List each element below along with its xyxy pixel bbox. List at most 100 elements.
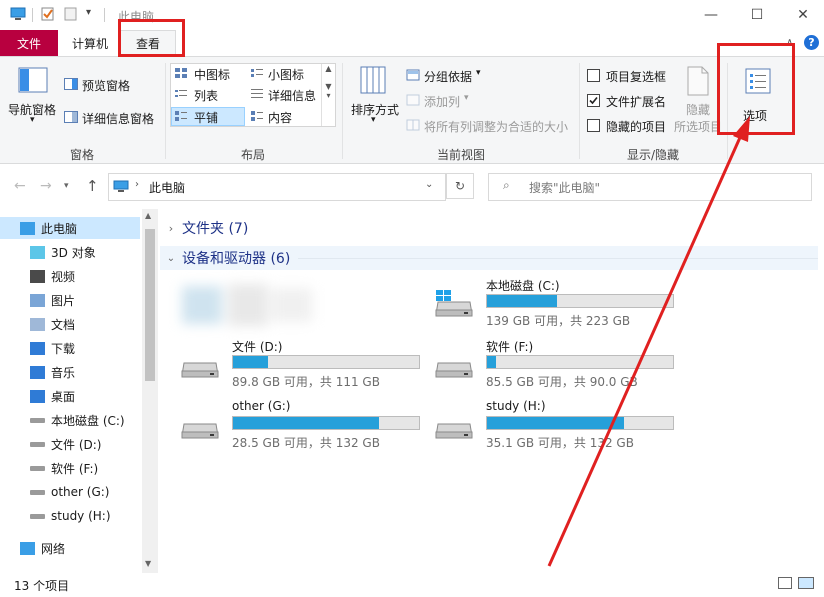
- drive-tile[interactable]: 软件 (F:) 85.5 GB 可用，共 90.0 GB: [434, 337, 684, 393]
- group-label-current-view: 当前视图: [436, 148, 485, 162]
- details-pane-button[interactable]: 详细信息窗格: [82, 110, 154, 127]
- hidden-items-checkbox[interactable]: [587, 119, 600, 132]
- list-icon: [175, 90, 187, 97]
- annotation-box-view-tab: [118, 19, 185, 57]
- sidebar-item[interactable]: 视频: [0, 265, 140, 287]
- item-checkboxes-checkbox[interactable]: [587, 69, 600, 82]
- divider: [32, 8, 33, 22]
- drive-tile[interactable]: 本地磁盘 (C:) 139 GB 可用，共 223 GB: [434, 276, 684, 332]
- sidebar-item[interactable]: 本地磁盘 (C:): [0, 409, 140, 431]
- item-count: 13 个项目: [14, 579, 70, 593]
- group-label-layout: 布局: [240, 148, 265, 162]
- details-view-toggle[interactable]: [778, 577, 792, 589]
- breadcrumb[interactable]: 此电脑: [149, 179, 185, 196]
- sidebar-item[interactable]: 桌面: [0, 385, 140, 407]
- recent-locations-dropdown[interactable]: ▾: [64, 181, 69, 191]
- nav-scrollbar[interactable]: ▲ ▼: [142, 209, 158, 573]
- new-folder-icon[interactable]: [63, 7, 79, 21]
- maximize-button[interactable]: ☐: [734, 0, 780, 30]
- drive-usage-bar: [486, 355, 674, 369]
- layout-details[interactable]: 详细信息: [268, 87, 316, 104]
- item-checkboxes-label: 项目复选框: [606, 70, 667, 84]
- sidebar-item[interactable]: 软件 (F:): [0, 457, 140, 479]
- sidebar-item-label: 音乐: [51, 365, 76, 380]
- sidebar-item[interactable]: 下载: [0, 337, 140, 359]
- close-button[interactable]: ✕: [780, 0, 824, 30]
- sidebar-item[interactable]: 网络: [0, 537, 140, 559]
- details-icon: [251, 89, 263, 98]
- help-icon[interactable]: ?: [804, 35, 819, 50]
- sidebar-item[interactable]: 图片: [0, 289, 140, 311]
- sidebar-item-label: study (H:): [51, 509, 111, 523]
- tab-computer[interactable]: 计算机: [62, 30, 118, 56]
- section-devices[interactable]: ⌄ 设备和驱动器 (6): [160, 246, 818, 270]
- size-all-columns-button[interactable]: 将所有列调整为合适的大小: [424, 118, 568, 135]
- preview-pane-icon: [64, 78, 78, 90]
- drive-name: study (H:): [486, 399, 546, 413]
- layout-tiles[interactable]: 平铺: [194, 109, 218, 126]
- layout-content[interactable]: 内容: [268, 109, 292, 126]
- layout-list[interactable]: 列表: [194, 87, 218, 104]
- medium-icons-icon: [175, 68, 187, 78]
- forward-button[interactable]: →: [40, 178, 52, 194]
- section-devices-title: 设备和驱动器 (6): [182, 251, 291, 267]
- drive-usage-fill: [233, 417, 379, 429]
- group-by-button[interactable]: 分组依据: [424, 68, 472, 85]
- ribbon: 导航窗格 ▾ 预览窗格 详细信息窗格 窗格 中图标 小图标 列表 详细信息 平铺…: [0, 57, 824, 164]
- sidebar-item-label: 桌面: [51, 389, 76, 404]
- layout-medium-icons[interactable]: 中图标: [194, 66, 230, 83]
- group-label-show-hide: 显示/隐藏: [626, 148, 680, 162]
- scrollbar-thumb[interactable]: [145, 229, 155, 381]
- sidebar-item[interactable]: 3D 对象: [0, 241, 140, 263]
- layout-scroll[interactable]: ▲ ▼ ▾: [321, 64, 335, 126]
- hidden-items-label: 隐藏的项目: [606, 120, 667, 134]
- drive-usage-bar: [486, 294, 674, 308]
- nav-pane-icon: [18, 67, 48, 93]
- section-folders-title: 文件夹 (7): [182, 221, 249, 237]
- search-icon: ⌕: [503, 178, 510, 192]
- add-columns-button[interactable]: 添加列: [424, 93, 460, 110]
- layout-small-icons[interactable]: 小图标: [268, 66, 304, 83]
- drive-name: other (G:): [232, 399, 291, 413]
- chevron-down-icon: ⌄: [166, 252, 176, 264]
- sort-by-button[interactable]: 排序方式 ▾: [347, 63, 401, 143]
- refresh-button[interactable]: ↻: [446, 173, 474, 199]
- breadcrumb-chevron-icon: ›: [135, 179, 139, 190]
- annotation-box-options: [717, 43, 795, 135]
- section-folders[interactable]: › 文件夹 (7): [160, 216, 818, 240]
- sidebar-item-label: 视频: [51, 269, 76, 284]
- drive-tile[interactable]: other (G:) 28.5 GB 可用，共 132 GB: [180, 398, 430, 454]
- quick-access-dropdown-icon[interactable]: ▾: [86, 7, 91, 18]
- nav-pane-button[interactable]: 导航窗格 ▾: [8, 63, 60, 143]
- minimize-button[interactable]: —: [688, 0, 734, 30]
- back-button[interactable]: ←: [14, 178, 26, 194]
- sidebar-item-label: 本地磁盘 (C:): [51, 413, 125, 428]
- sidebar-item-label: other (G:): [51, 485, 110, 499]
- drive-icon: [30, 465, 45, 471]
- sidebar-item[interactable]: 此电脑: [0, 217, 140, 239]
- drive-icon: [30, 489, 45, 495]
- search-box[interactable]: ⌕ 搜索"此电脑": [488, 173, 812, 201]
- search-input[interactable]: 搜索"此电脑": [529, 179, 600, 196]
- check-icon: [589, 96, 598, 105]
- drive-tile[interactable]: study (H:) 35.1 GB 可用，共 132 GB: [434, 398, 684, 454]
- preview-pane-button[interactable]: 预览窗格: [82, 77, 130, 94]
- up-button[interactable]: ↑: [86, 177, 99, 195]
- sidebar-item[interactable]: other (G:): [0, 481, 140, 503]
- pc-icon[interactable]: [10, 7, 26, 21]
- sidebar-item[interactable]: 文件 (D:): [0, 433, 140, 455]
- large-icons-view-toggle[interactable]: [798, 577, 814, 589]
- drive-name: 文件 (D:): [232, 340, 283, 354]
- video-icon: [30, 269, 45, 283]
- sidebar-item[interactable]: study (H:): [0, 505, 140, 527]
- drive-tile[interactable]: 文件 (D:) 89.8 GB 可用，共 111 GB: [180, 337, 430, 393]
- tab-file[interactable]: 文件: [0, 30, 58, 56]
- address-dropdown-icon[interactable]: ⌄: [425, 179, 433, 190]
- file-extensions-checkbox[interactable]: [587, 94, 600, 107]
- sidebar-item[interactable]: 文档: [0, 313, 140, 335]
- address-bar[interactable]: › 此电脑 ⌄: [108, 173, 446, 201]
- drive-icon: [181, 423, 219, 439]
- properties-icon[interactable]: [40, 7, 56, 21]
- sidebar-item[interactable]: 音乐: [0, 361, 140, 383]
- drive-name: 软件 (F:): [486, 340, 534, 354]
